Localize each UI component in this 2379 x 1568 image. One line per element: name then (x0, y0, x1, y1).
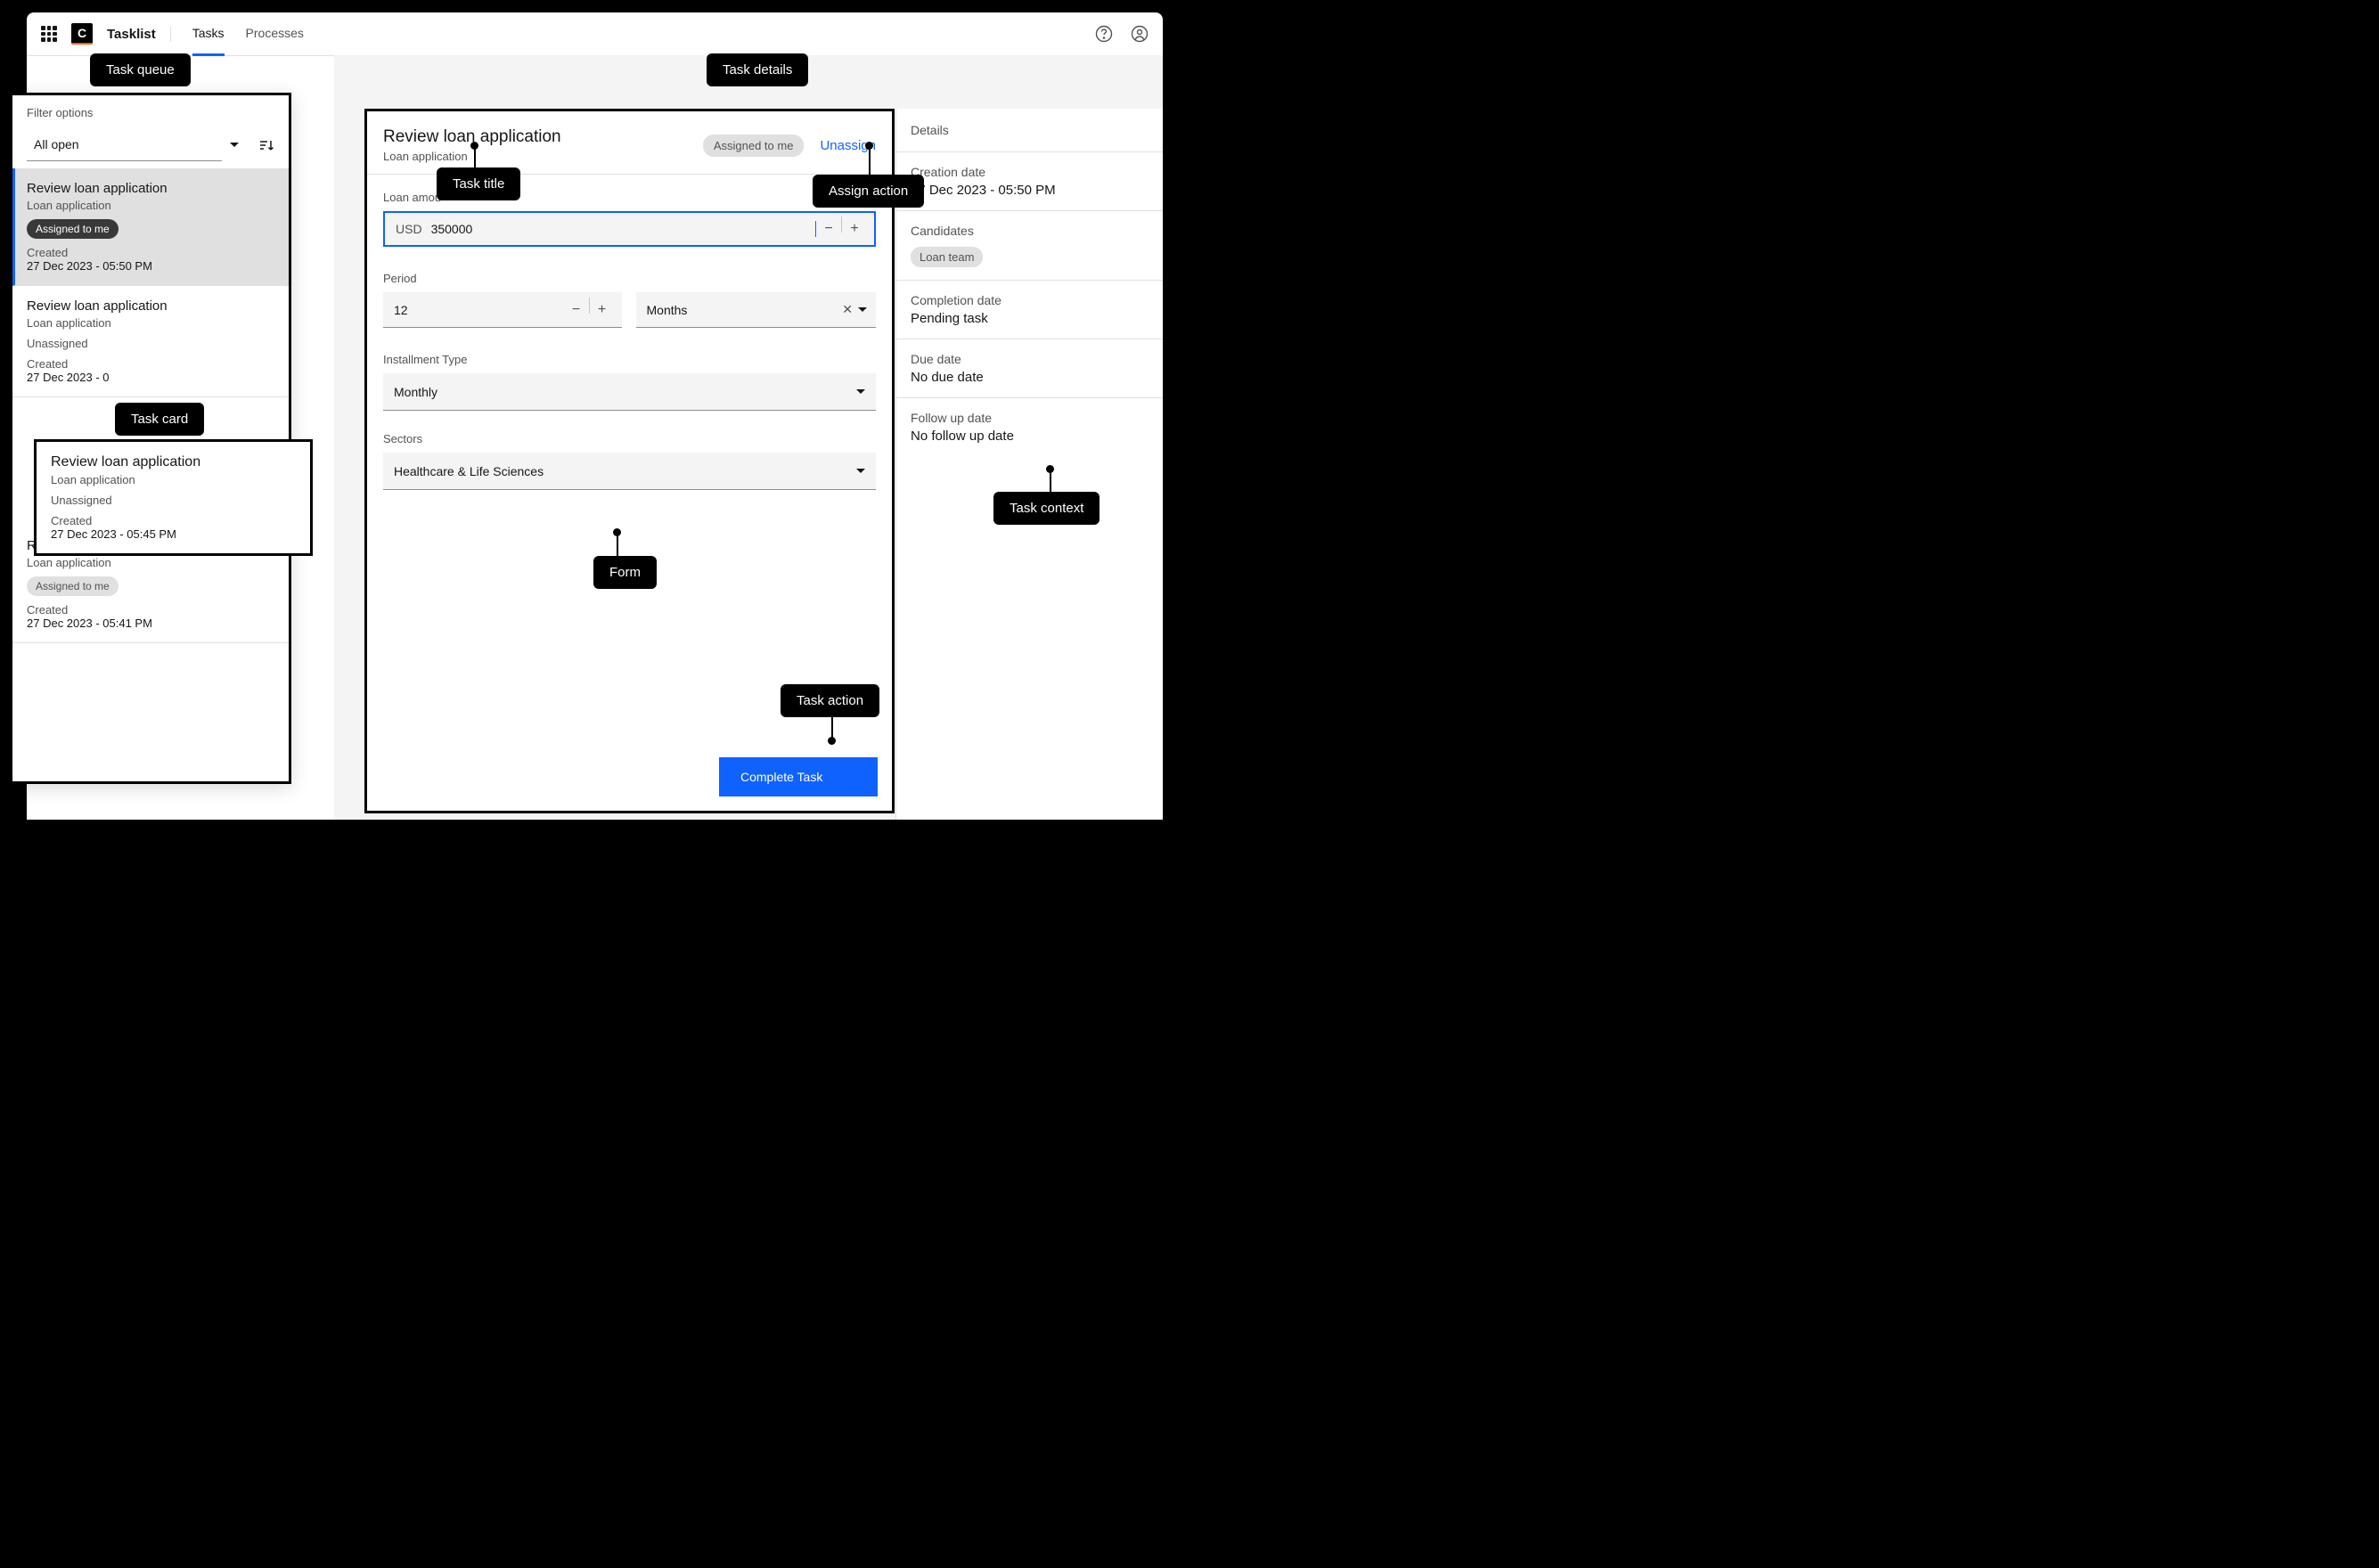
task-process-name: Loan application (383, 150, 561, 163)
chevron-down-icon (856, 469, 865, 473)
nav-processes[interactable]: Processes (246, 12, 304, 56)
nav-tasks[interactable]: Tasks (192, 12, 225, 56)
task-detail-header: Review loan application Loan application… (367, 111, 892, 175)
period-unit-select[interactable]: Months ✕ (636, 292, 877, 328)
loan-amount-value: 350000 (431, 222, 819, 236)
amount-decrement[interactable]: − (816, 216, 841, 241)
context-panel: Details Creation date 27 Dec 2023 - 05:5… (895, 109, 1163, 820)
context-completion-date: Completion date Pending task (896, 281, 1163, 339)
context-candidates: Candidates Loan team (896, 211, 1163, 281)
period-value-input[interactable]: 12 − + (383, 292, 622, 328)
logo-icon: C (71, 23, 93, 45)
help-icon[interactable] (1095, 25, 1113, 43)
callout-task-action: Task action (781, 684, 879, 717)
callout-task-context: Task context (993, 492, 1100, 525)
period-label: Period (383, 272, 876, 285)
period-decrement[interactable]: − (564, 298, 589, 323)
loan-amount-input[interactable]: USD 350000 − + (383, 211, 876, 247)
chevron-down-icon (858, 307, 867, 312)
context-header: Details (896, 109, 1163, 152)
period-value: 12 (394, 303, 408, 317)
callout-task-title: Task title (437, 167, 520, 200)
installment-select[interactable]: Monthly (383, 373, 876, 411)
sectors-value: Healthcare & Life Sciences (394, 464, 544, 478)
task-queue-panel: Filter options Review loan application L… (10, 93, 291, 784)
filter-section: Filter options (12, 95, 289, 168)
callout-form: Form (593, 556, 657, 589)
installment-value: Monthly (394, 385, 437, 399)
clear-icon[interactable]: ✕ (842, 302, 853, 317)
callout-task-queue: Task queue (90, 53, 191, 86)
task-card-popout[interactable]: Review loan application Loan application… (34, 439, 313, 556)
context-followup-date: Follow up date No follow up date (896, 398, 1163, 456)
currency-prefix: USD (396, 222, 422, 236)
callout-assign-action: Assign action (813, 175, 924, 208)
sectors-label: Sectors (383, 432, 876, 445)
top-bar: C Tasklist Tasks Processes (27, 12, 1163, 56)
filter-label: Filter options (27, 106, 274, 119)
app-switcher-icon[interactable] (41, 26, 57, 42)
callout-task-details: Task details (707, 53, 808, 86)
context-creation-date: Creation date 27 Dec 2023 - 05:50 PM (896, 152, 1163, 211)
brand-name: Tasklist (107, 27, 171, 42)
period-unit-value: Months (647, 303, 688, 317)
context-due-date: Due date No due date (896, 339, 1163, 398)
task-card[interactable]: Review loan application Loan application… (12, 286, 289, 397)
filter-select[interactable] (27, 128, 222, 161)
assigned-pill: Assigned to me (27, 219, 119, 239)
main-nav: Tasks Processes (192, 12, 304, 55)
callout-task-card: Task card (115, 403, 204, 436)
task-form: Loan amou USD 350000 − + Period 12 (367, 175, 892, 527)
sort-icon[interactable] (258, 137, 274, 153)
amount-increment[interactable]: + (842, 216, 867, 241)
user-icon[interactable] (1131, 25, 1149, 43)
task-card[interactable]: Review loan application Loan application… (12, 168, 289, 286)
sectors-select[interactable]: Healthcare & Life Sciences (383, 453, 876, 490)
complete-task-button[interactable]: Complete Task (719, 757, 878, 796)
installment-label: Installment Type (383, 353, 876, 366)
chevron-down-icon (856, 389, 865, 394)
assigned-badge: Assigned to me (703, 135, 805, 157)
assigned-pill: Assigned to me (27, 576, 119, 596)
period-increment[interactable]: + (590, 298, 615, 323)
candidate-pill: Loan team (911, 247, 983, 267)
